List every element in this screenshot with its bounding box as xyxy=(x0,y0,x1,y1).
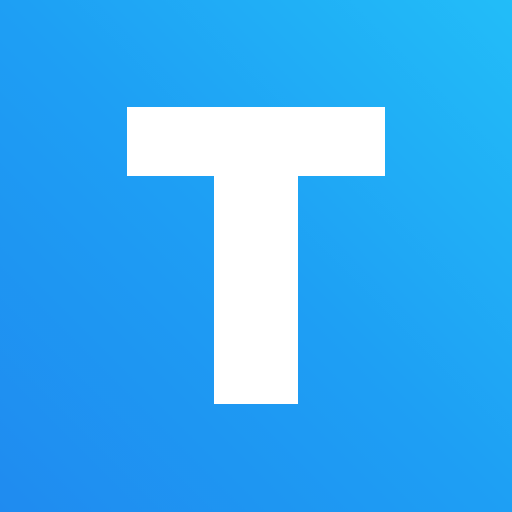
letter-t-logo-shape xyxy=(127,107,385,404)
letter-t-logo-icon xyxy=(127,107,385,404)
t-stem xyxy=(214,170,298,404)
app-icon-tile xyxy=(0,0,512,512)
t-crossbar xyxy=(127,107,385,176)
